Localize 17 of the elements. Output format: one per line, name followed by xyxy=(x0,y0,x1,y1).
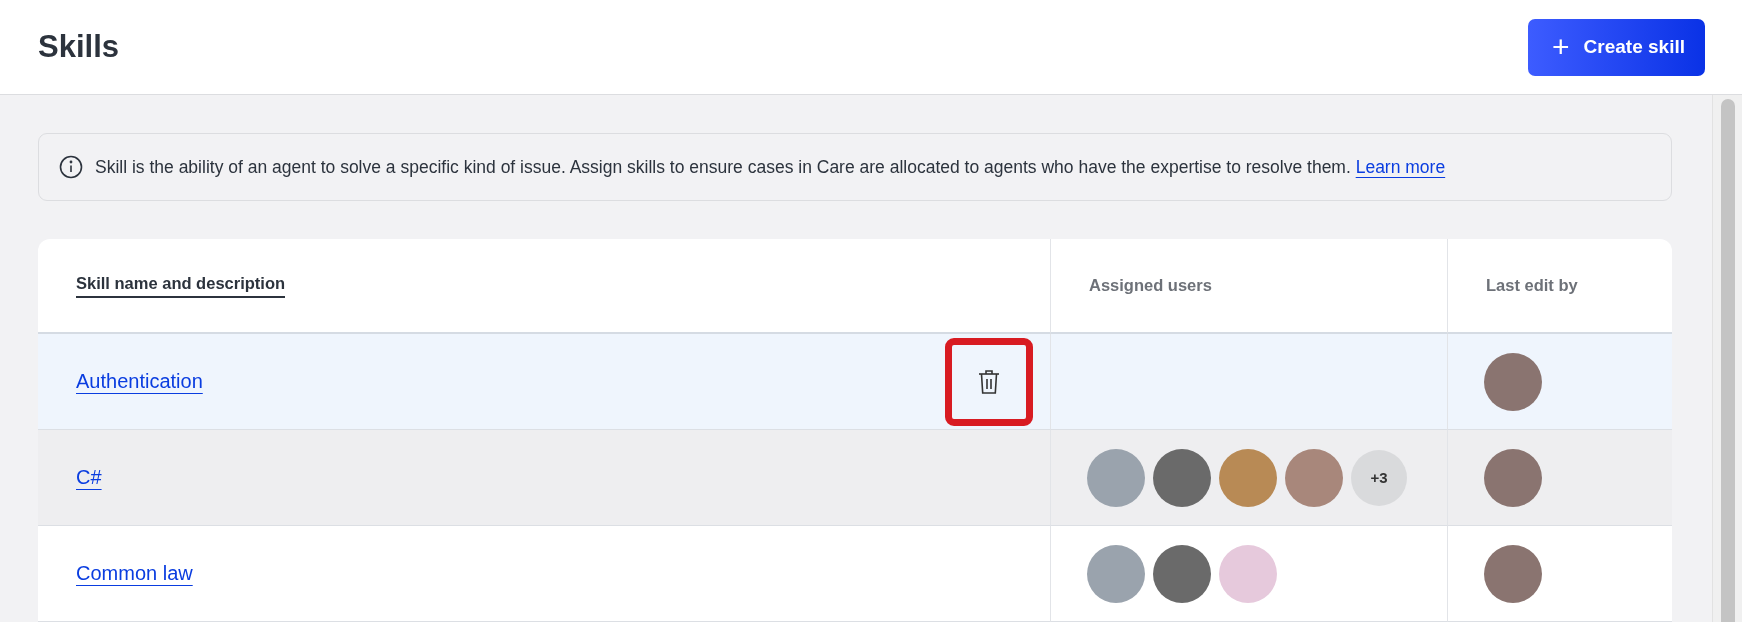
trash-icon xyxy=(978,368,1000,395)
table-row[interactable]: C# xyxy=(38,430,1050,526)
info-icon xyxy=(59,155,83,179)
create-skill-button[interactable]: + Create skill xyxy=(1528,18,1705,76)
column-header[interactable]: Skill name and description xyxy=(76,273,286,298)
column-header[interactable]: Last edit by xyxy=(1486,276,1578,295)
skill-link[interactable]: Authentication xyxy=(76,370,203,393)
info-text: Skill is the ability of an agent to solve a specific kind of issue. Assign skills to ensure cases in Care are allocated to agents who have the expertise to resolve them. Learn more xyxy=(95,156,1446,178)
delete-button[interactable] xyxy=(945,337,1033,426)
skill-link[interactable]: Common law xyxy=(76,562,193,585)
column-header[interactable]: Assigned users xyxy=(1089,276,1212,295)
more-users-count[interactable]: +3 xyxy=(1351,449,1407,506)
page-title: Skills xyxy=(38,29,119,65)
skill-link[interactable]: C# xyxy=(76,466,102,489)
scrollbar[interactable] xyxy=(1712,95,1742,622)
learn-more-link[interactable]: Learn more xyxy=(1355,156,1446,177)
table-row[interactable]: Authentication xyxy=(38,334,1050,430)
